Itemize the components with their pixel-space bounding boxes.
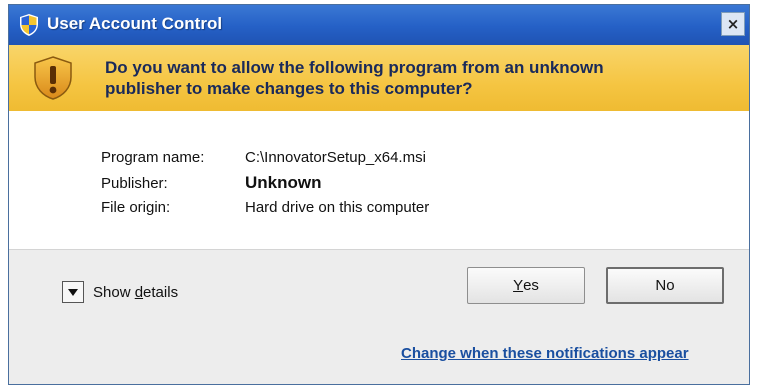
publisher-value: Unknown [245, 173, 322, 192]
warning-shield-icon [34, 56, 72, 100]
banner-line-2: publisher to make changes to this comput… [105, 79, 473, 98]
close-button[interactable]: × [721, 12, 745, 36]
program-name-label: Program name: [101, 149, 205, 166]
file-origin-label: File origin: [101, 199, 171, 216]
show-details-rest: etails [143, 284, 179, 301]
change-notifications-link[interactable]: Change when these notifications appear [401, 345, 689, 362]
no-label: No [655, 277, 675, 294]
program-details: Program name: C:\InnovatorSetup_x64.msi … [9, 111, 749, 249]
program-name-row: Program name: C:\InnovatorSetup_x64.msi [101, 149, 426, 173]
yes-rest: es [523, 277, 539, 294]
publisher-row: Publisher: Unknown [101, 173, 322, 197]
file-origin-row: File origin: Hard drive on this computer [101, 199, 429, 223]
show-details-prefix: Show [93, 284, 135, 301]
banner-question: Do you want to allow the following progr… [105, 57, 705, 99]
uac-shield-icon [20, 14, 38, 36]
no-button[interactable]: No [606, 267, 724, 304]
show-details-label[interactable]: Show details [93, 284, 178, 301]
program-name-value: C:\InnovatorSetup_x64.msi [245, 149, 426, 166]
yes-button[interactable]: Yes [467, 267, 585, 304]
show-details-accel: d [134, 284, 144, 301]
publisher-label: Publisher: [101, 175, 168, 192]
yes-accel: Y [513, 277, 524, 294]
title-bar: User Account Control × [9, 5, 749, 45]
file-origin-value: Hard drive on this computer [245, 199, 430, 216]
uac-dialog: User Account Control × Do you want to al… [8, 4, 750, 385]
chevron-down-icon [68, 288, 78, 296]
show-details-toggle[interactable] [62, 281, 84, 303]
banner-line-1: Do you want to allow the following progr… [105, 58, 604, 77]
close-icon: × [726, 15, 740, 33]
warning-banner: Do you want to allow the following progr… [9, 45, 749, 111]
window-title: User Account Control [47, 14, 223, 33]
